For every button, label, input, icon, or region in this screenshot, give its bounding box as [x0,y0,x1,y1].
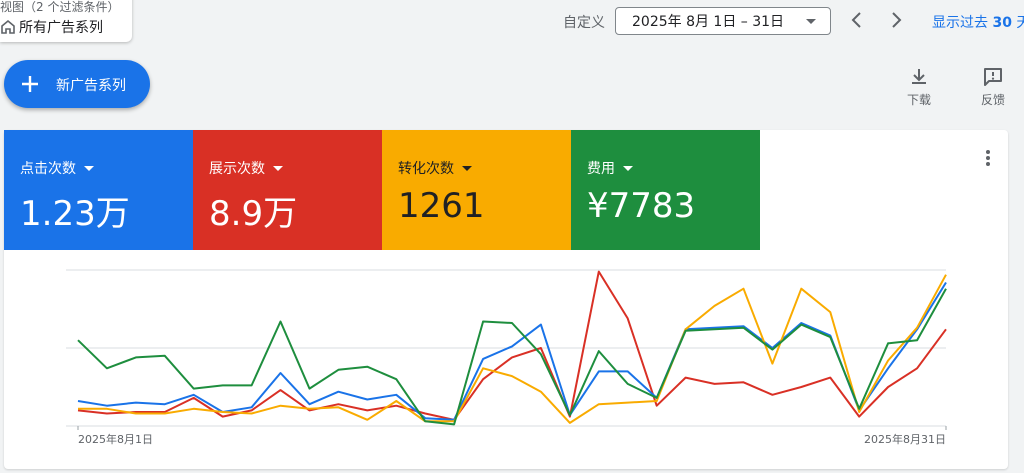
view-filter-summary: 视图（2 个过滤条件） [0,0,120,14]
metric-conversions-label: 转化次数 [398,161,454,177]
chevron-right-icon[interactable] [886,9,906,31]
home-icon [1,19,15,34]
date-range-value: 2025年 8月 1日 – 31日 [632,14,785,30]
metric-clicks[interactable]: 点击次数 1.23万 [4,130,193,250]
metric-impressions-label: 展示次数 [209,161,265,177]
date-range-dropdown[interactable]: 2025年 8月 1日 – 31日 [615,7,831,35]
performance-line-chart: 2025年8月1日 2025年8月31日 [66,269,947,446]
download-icon [912,69,926,84]
metric-cost-label: 费用 [587,161,615,177]
dropdown-caret-icon [462,165,472,171]
dropdown-caret-icon [273,165,283,171]
dropdown-caret-icon [806,19,816,24]
feedback-button[interactable]: 反馈 [968,66,1018,108]
view-name-label: 所有广告系列 [19,20,103,36]
metric-impressions-value: 8.9万 [209,194,298,234]
top-bar [0,0,1024,50]
metric-clicks-label: 点击次数 [20,161,76,177]
metric-clicks-value: 1.23万 [20,194,130,234]
plus-icon [22,76,38,92]
view-name[interactable]: 所有广告系列 [0,17,103,37]
metric-impressions[interactable]: 展示次数 8.9万 [193,130,382,250]
feedback-icon [984,68,1002,86]
series-line-2 [78,274,947,424]
show-last-30-days-link[interactable]: 显示过去 30 天 [932,12,1024,32]
metric-cost-value: ¥7783 [587,186,696,226]
metric-conversions[interactable]: 转化次数 1261 [382,130,571,250]
series-line-0 [77,281,947,421]
new-campaign-button[interactable]: 新广告系列 [4,60,150,108]
download-button[interactable]: 下载 [894,66,944,108]
download-label: 下载 [906,93,931,107]
x-tick-label-1: 2025年8月31日 [864,432,946,446]
feedback-label: 反馈 [980,93,1005,107]
x-tick-label-0: 2025年8月1日 [78,432,153,446]
chevron-left-icon[interactable] [847,9,867,31]
more-vert-icon[interactable] [978,148,998,168]
metric-conversions-value: 1261 [398,186,485,226]
dropdown-caret-icon [84,165,94,171]
metric-cost[interactable]: 费用 ¥7783 [571,130,760,250]
date-range-type-label: 自定义 [563,15,605,31]
new-campaign-label: 新广告系列 [56,78,126,94]
dropdown-caret-icon [623,165,633,171]
